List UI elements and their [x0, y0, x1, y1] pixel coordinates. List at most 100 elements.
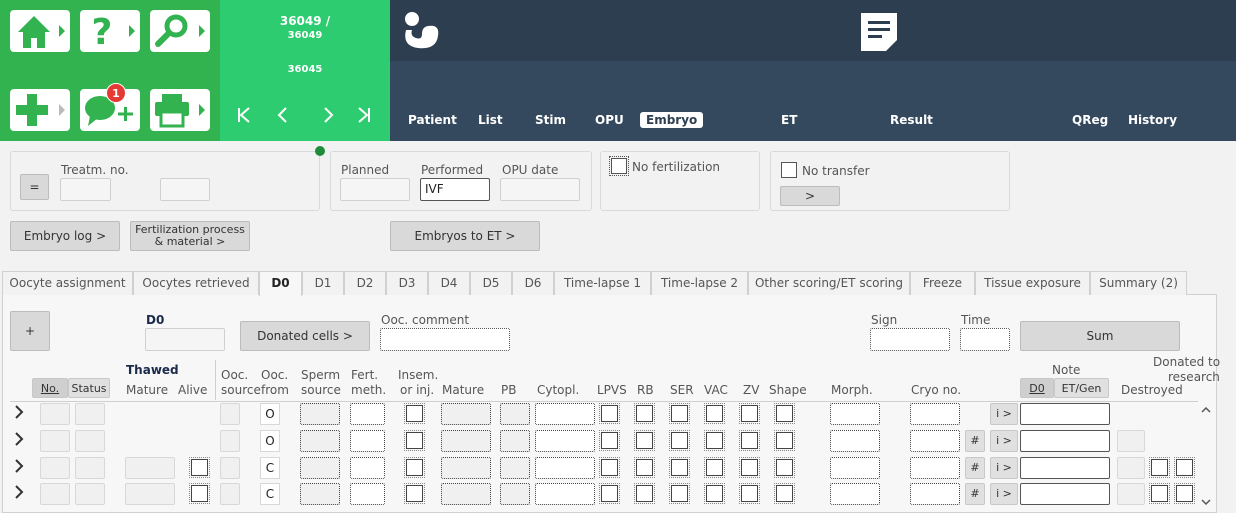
tab-other-scoring[interactable]: Other scoring/ET scoring [748, 271, 910, 295]
morph-input[interactable] [830, 457, 880, 479]
nav-et[interactable]: ET [775, 112, 803, 128]
scroll-down-icon[interactable] [1199, 496, 1213, 508]
prev-record-button[interactable] [276, 104, 288, 128]
lpvs-checkbox[interactable] [599, 483, 620, 504]
opu-date-input[interactable] [500, 178, 580, 201]
ooc-comment-input[interactable] [380, 328, 510, 351]
transfer-button[interactable]: > [780, 186, 840, 206]
morph-input[interactable] [830, 430, 880, 452]
equals-button[interactable]: = [20, 174, 49, 200]
sperm-source-input[interactable] [300, 403, 340, 425]
search-button[interactable] [150, 10, 210, 52]
no-fertilization-checkbox[interactable] [609, 156, 629, 176]
note-input[interactable] [1020, 430, 1110, 452]
tab-oocyte-assignment[interactable]: Oocyte assignment [2, 271, 133, 295]
fert-method-input[interactable] [350, 430, 385, 452]
row-expand-button[interactable] [14, 484, 24, 504]
cytopl-input[interactable] [535, 430, 595, 452]
vac-checkbox[interactable] [704, 483, 725, 504]
donated-cells-button[interactable]: Donated cells > [240, 321, 370, 351]
note-input[interactable] [1020, 457, 1110, 479]
help-button[interactable]: ? [80, 10, 140, 52]
nav-opu[interactable]: OPU [589, 112, 630, 128]
add-oocyte-button[interactable]: + [10, 311, 50, 351]
hash-button[interactable]: # [965, 483, 985, 505]
nav-history[interactable]: History [1122, 112, 1183, 128]
alive-checkbox[interactable] [189, 483, 210, 504]
sum-button[interactable]: Sum [1020, 321, 1180, 351]
row-expand-button[interactable] [14, 458, 24, 478]
tab-d0[interactable]: D0 [259, 271, 302, 296]
tab-d1[interactable]: D1 [302, 271, 344, 295]
pb-input[interactable] [500, 457, 530, 479]
nav-list[interactable]: List [472, 112, 509, 128]
zv-checkbox[interactable] [739, 403, 760, 424]
last-record-button[interactable] [357, 104, 371, 128]
scroll-up-icon[interactable] [1199, 404, 1213, 416]
tab-summary[interactable]: Summary (2) [1090, 271, 1187, 295]
sort-no-button[interactable]: No. [32, 378, 68, 398]
note-tab-d0[interactable]: D0 [1020, 378, 1054, 398]
shape-checkbox[interactable] [774, 430, 795, 451]
insem-checkbox[interactable] [404, 430, 425, 451]
zv-checkbox[interactable] [739, 430, 760, 451]
embryo-log-button[interactable]: Embryo log > [10, 221, 120, 251]
pb-input[interactable] [500, 483, 530, 505]
mature-input[interactable] [441, 483, 491, 505]
info-button[interactable]: i > [990, 403, 1018, 425]
ser-checkbox[interactable] [669, 483, 690, 504]
info-button[interactable]: i > [990, 457, 1018, 479]
nav-qreg[interactable]: QReg [1066, 112, 1114, 128]
treatm-no-input[interactable] [60, 178, 111, 201]
insem-checkbox[interactable] [404, 457, 425, 478]
no-transfer-checkbox[interactable] [781, 162, 797, 178]
hash-button[interactable]: # [965, 457, 985, 479]
tab-time-lapse-1[interactable]: Time-lapse 1 [554, 271, 651, 295]
destroyed-checkbox[interactable] [1149, 483, 1170, 504]
row-expand-button[interactable] [14, 431, 24, 451]
alive-checkbox[interactable] [189, 457, 210, 478]
pb-input[interactable] [500, 430, 530, 452]
hash-button[interactable]: # [965, 430, 985, 452]
vac-checkbox[interactable] [704, 457, 725, 478]
mature-input[interactable] [441, 403, 491, 425]
destroyed-checkbox[interactable] [1149, 457, 1170, 478]
nav-embryo[interactable]: Embryo [640, 112, 704, 128]
cytopl-input[interactable] [535, 457, 595, 479]
cytopl-input[interactable] [535, 483, 595, 505]
time-input[interactable] [960, 328, 1010, 351]
morph-input[interactable] [830, 483, 880, 505]
shape-checkbox[interactable] [774, 403, 795, 424]
treatm-extra-input[interactable] [160, 178, 210, 201]
zv-checkbox[interactable] [739, 483, 760, 504]
zv-checkbox[interactable] [739, 457, 760, 478]
fertilization-process-button[interactable]: Fertilization process & material > [130, 221, 250, 251]
next-record-button[interactable] [323, 104, 335, 128]
tab-tissue-exposure[interactable]: Tissue exposure [975, 271, 1090, 295]
note-icon[interactable] [858, 10, 902, 54]
sperm-source-input[interactable] [300, 483, 340, 505]
fert-method-input[interactable] [350, 403, 385, 425]
donated-checkbox[interactable] [1174, 483, 1195, 504]
planned-input[interactable] [340, 178, 410, 201]
grid-scrollbar[interactable] [1199, 402, 1213, 510]
pb-input[interactable] [500, 403, 530, 425]
rb-checkbox[interactable] [634, 430, 655, 451]
home-button[interactable] [10, 10, 70, 52]
ser-checkbox[interactable] [669, 430, 690, 451]
tab-d2[interactable]: D2 [344, 271, 386, 295]
first-record-button[interactable] [237, 104, 251, 128]
lpvs-checkbox[interactable] [599, 457, 620, 478]
row-expand-button[interactable] [14, 404, 24, 424]
mature-input[interactable] [441, 457, 491, 479]
info-button[interactable]: i > [990, 483, 1018, 505]
shape-checkbox[interactable] [774, 483, 795, 504]
insem-checkbox[interactable] [404, 483, 425, 504]
note-tab-et-gen[interactable]: ET/Gen [1054, 378, 1109, 398]
tab-d4[interactable]: D4 [428, 271, 470, 295]
sign-input[interactable] [870, 328, 950, 351]
rb-checkbox[interactable] [634, 403, 655, 424]
d0-date-input[interactable] [145, 328, 225, 351]
ser-checkbox[interactable] [669, 403, 690, 424]
fert-method-input[interactable] [350, 483, 385, 505]
